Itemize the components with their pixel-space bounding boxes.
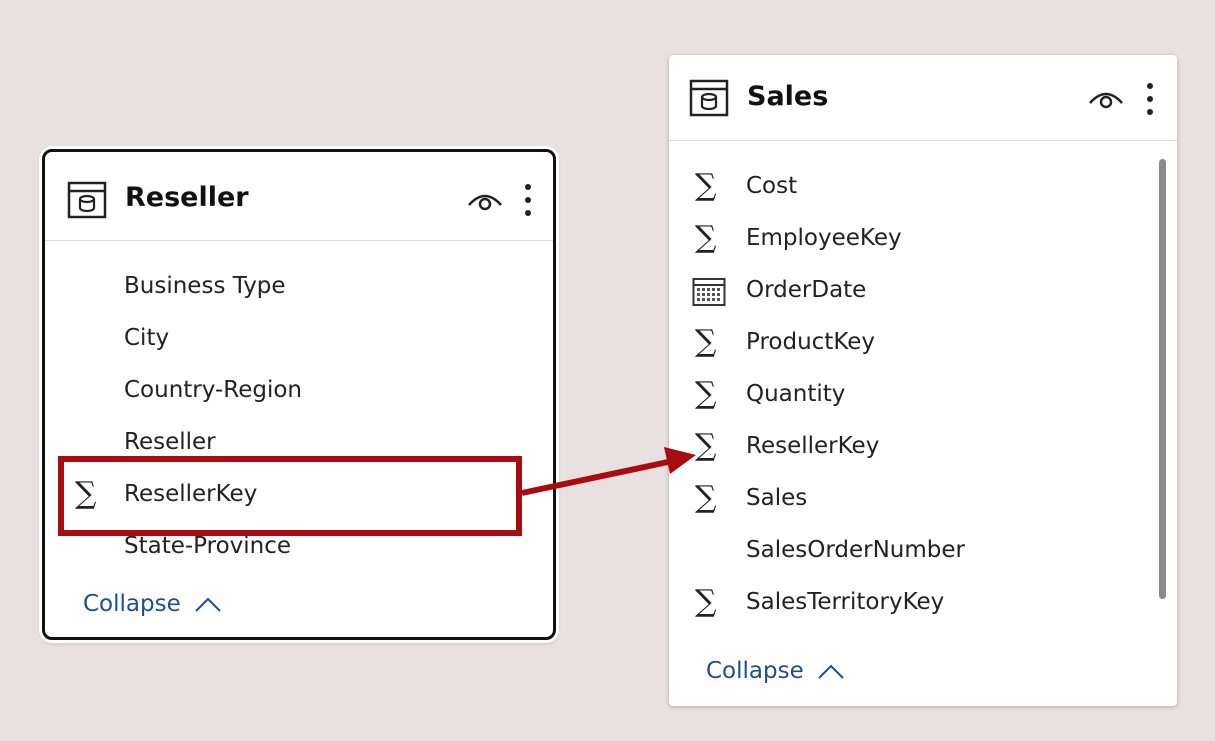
collapse-label: Collapse	[706, 658, 804, 684]
field-label: SalesTerritoryKey	[746, 589, 945, 615]
field-resellerkey[interactable]: ∑ ResellerKey	[669, 425, 1177, 469]
field-label: Business Type	[124, 273, 286, 299]
field-business-type[interactable]: Business Type	[45, 265, 553, 309]
highlight-box	[58, 456, 522, 536]
field-quantity[interactable]: ∑ Quantity	[669, 373, 1177, 417]
sales-table-header[interactable]: Sales	[669, 55, 1177, 141]
chevron-up-icon	[195, 597, 221, 612]
sigma-icon: ∑	[695, 480, 717, 515]
eye-icon[interactable]	[1088, 88, 1124, 110]
calendar-icon	[692, 278, 726, 306]
sigma-icon: ∑	[695, 376, 717, 411]
field-country-region[interactable]: Country-Region	[45, 369, 553, 413]
table-icon	[689, 79, 729, 117]
field-salesterritorykey[interactable]: ∑ SalesTerritoryKey	[669, 581, 1177, 625]
chevron-up-icon	[818, 664, 844, 679]
reseller-table-header[interactable]: Reseller	[45, 152, 553, 241]
sigma-icon: ∑	[695, 428, 717, 463]
field-city[interactable]: City	[45, 317, 553, 361]
sigma-icon: ∑	[695, 220, 717, 255]
field-label: OrderDate	[746, 277, 867, 303]
reseller-table-card[interactable]: Reseller Business Type City Country-Regi…	[42, 149, 556, 640]
sales-table-title: Sales	[747, 81, 829, 112]
field-label: Quantity	[746, 381, 846, 407]
field-label: Sales	[746, 485, 808, 511]
field-cost[interactable]: ∑ Cost	[669, 165, 1177, 209]
field-productkey[interactable]: ∑ ProductKey	[669, 321, 1177, 365]
sigma-icon: ∑	[695, 584, 717, 619]
field-label: SalesOrderNumber	[746, 537, 965, 563]
sigma-icon: ∑	[695, 168, 717, 203]
vertical-scrollbar[interactable]	[1159, 159, 1166, 599]
field-label: ResellerKey	[746, 433, 880, 459]
sales-table-card[interactable]: Sales ∑ Cost ∑ EmployeeKey OrderDate ∑ P…	[669, 55, 1177, 706]
field-label: State-Province	[124, 533, 292, 559]
field-sales[interactable]: ∑ Sales	[669, 477, 1177, 521]
field-label: Reseller	[124, 429, 216, 455]
sigma-icon: ∑	[695, 324, 717, 359]
field-label: ProductKey	[746, 329, 876, 355]
more-options-icon[interactable]	[523, 182, 533, 218]
collapse-label: Collapse	[83, 591, 181, 617]
field-employeekey[interactable]: ∑ EmployeeKey	[669, 217, 1177, 261]
field-label: City	[124, 325, 170, 351]
field-label: EmployeeKey	[746, 225, 902, 251]
sales-collapse-button[interactable]: Collapse	[706, 658, 845, 684]
more-options-icon[interactable]	[1145, 81, 1155, 117]
reseller-table-title: Reseller	[125, 182, 249, 213]
table-icon	[67, 181, 107, 219]
eye-icon[interactable]	[467, 190, 503, 212]
field-label: Country-Region	[124, 377, 303, 403]
field-label: Cost	[746, 173, 798, 199]
field-salesordernumber[interactable]: SalesOrderNumber	[669, 529, 1177, 573]
field-orderdate[interactable]: OrderDate	[669, 269, 1177, 313]
reseller-collapse-button[interactable]: Collapse	[83, 591, 222, 617]
